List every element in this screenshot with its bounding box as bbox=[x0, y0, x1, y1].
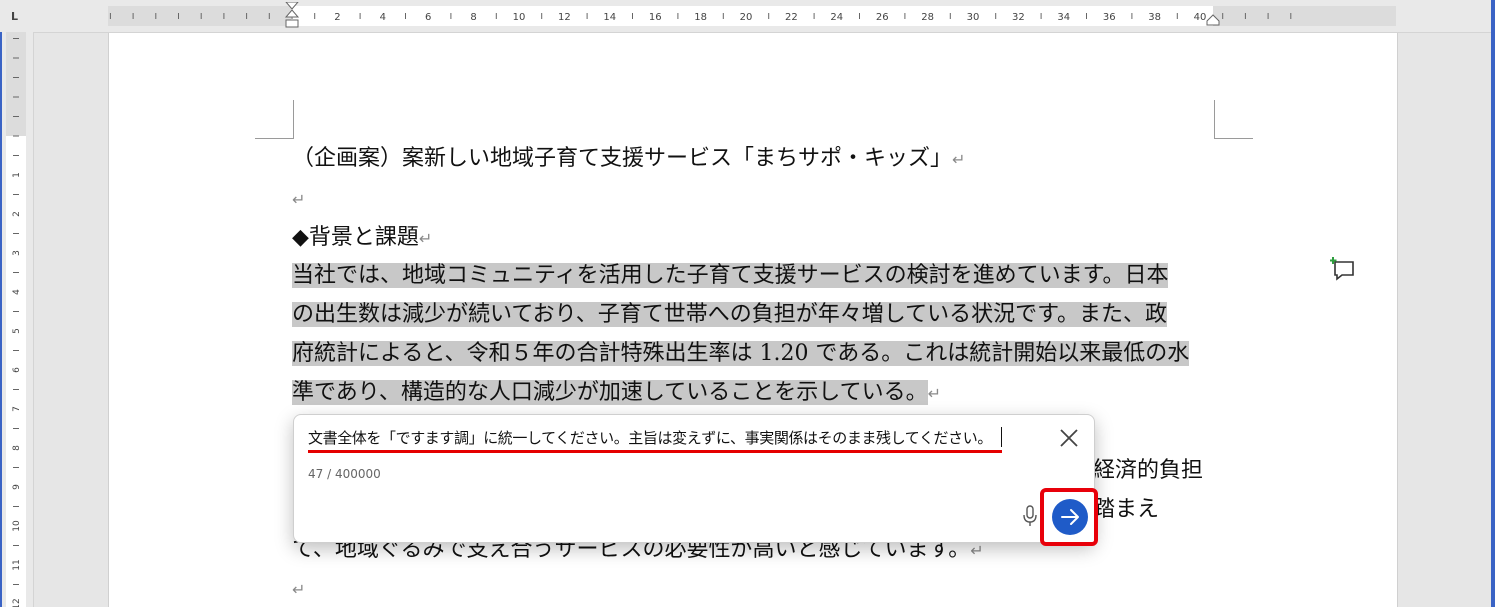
ruler-label: 26 bbox=[876, 12, 889, 23]
section-heading[interactable]: ◆背景と課題↵ bbox=[292, 223, 432, 254]
ruler-label: 2 bbox=[334, 12, 340, 23]
obscured-text: 踏まえ bbox=[1093, 497, 1160, 522]
paragraph-mark: ↵ bbox=[927, 384, 941, 403]
ruler-label: 8 bbox=[470, 12, 476, 23]
prompt-box[interactable]: 文書全体を「ですます調」に統一してください。主旨は変えずに、事実関係はそのまま残… bbox=[293, 414, 1095, 543]
character-counter: 47 / 400000 bbox=[308, 467, 381, 481]
ruler-edge bbox=[0, 32, 2, 607]
paragraph-line[interactable]: 準であり、構造的な人口減少が加速していることを示している。↵ bbox=[292, 378, 941, 409]
prompt-input[interactable]: 文書全体を「ですます調」に統一してください。主旨は変えずに、事実関係はそのまま残… bbox=[308, 427, 992, 448]
ruler-label: 9 bbox=[12, 484, 22, 490]
ruler-label: 11 bbox=[12, 559, 22, 570]
ruler-label: 14 bbox=[603, 12, 616, 23]
ruler-label: 10 bbox=[12, 520, 22, 532]
title-text: （企画案）案新しい地域子育て支援サービス「まちサポ・キッズ」 bbox=[292, 146, 953, 171]
submit-button[interactable] bbox=[1052, 499, 1088, 535]
ruler-label: 4 bbox=[12, 289, 22, 295]
ruler-label: 7 bbox=[12, 406, 22, 412]
ruler-label: 24 bbox=[830, 12, 843, 23]
ruler-label: 20 bbox=[740, 12, 753, 23]
ruler-label: 18 bbox=[694, 12, 707, 23]
selected-text: 当社では、地域コミュニティを活用した子育て支援サービスの検討を進めています。日本 bbox=[292, 263, 1169, 288]
ruler-label: 10 bbox=[513, 12, 526, 23]
horizontal-ruler[interactable]: 2 4 6 8 10 12 14 16 18 20 22 24 26 28 30 32 34 36 38 40 bbox=[0, 0, 1495, 33]
blank-line[interactable]: ↵ bbox=[292, 184, 305, 215]
ruler-label: 28 bbox=[921, 12, 934, 23]
paragraph-line[interactable]: 府統計によると、令和５年の合計特殊出生率は 1.20 である。これは統計開始以来… bbox=[292, 339, 1190, 369]
paragraph-fragment[interactable]: 経済的負担 bbox=[1093, 456, 1203, 486]
ruler-label: 2 bbox=[12, 211, 22, 217]
paragraph-mark: ↵ bbox=[292, 580, 306, 599]
paragraph-mark: ↵ bbox=[292, 190, 306, 209]
ruler-label: 22 bbox=[785, 12, 798, 23]
ruler-label: 34 bbox=[1057, 12, 1070, 23]
selected-text: 準であり、構造的な人口減少が加速していることを示している。 bbox=[292, 380, 928, 405]
arrow-right-icon bbox=[1061, 509, 1079, 525]
submit-highlight-frame bbox=[1040, 488, 1098, 546]
paragraph-mark: ↵ bbox=[418, 229, 433, 248]
window-edge bbox=[1491, 0, 1495, 607]
blank-line[interactable]: ↵ bbox=[292, 574, 305, 605]
paragraph-fragment[interactable]: 踏まえ bbox=[1093, 495, 1159, 525]
obscured-text: 経済的負担 bbox=[1093, 458, 1204, 483]
vruler-strip: 1 2 3 4 5 6 7 8 9 10 11 12 bbox=[6, 32, 26, 607]
ruler-label: 38 bbox=[1148, 12, 1161, 23]
text-caret bbox=[1001, 427, 1002, 447]
ruler-label: 5 bbox=[12, 328, 22, 334]
close-icon[interactable] bbox=[1056, 425, 1082, 451]
heading-text: ◆背景と課題 bbox=[292, 225, 419, 250]
ruler-label: 6 bbox=[12, 367, 22, 373]
ruler-ticks: 2 4 6 8 10 12 14 16 18 20 22 24 26 28 30 32 34 36 38 40 bbox=[109, 12, 1292, 23]
paragraph-mark: ↵ bbox=[970, 541, 984, 560]
margin-corner-top-left bbox=[255, 100, 294, 139]
new-comment-icon[interactable] bbox=[1330, 256, 1356, 282]
ruler-label: 30 bbox=[967, 12, 980, 23]
paragraph-line[interactable]: 当社では、地域コミュニティを活用した子育て支援サービスの検討を進めています。日本 bbox=[292, 261, 1169, 291]
microphone-icon[interactable] bbox=[1022, 504, 1038, 528]
paragraph-line[interactable]: の出生数は減少が続いており、子育て世帯への負担が年々増している状況です。また、政 bbox=[292, 300, 1167, 330]
document-title-line[interactable]: （企画案）案新しい地域子育て支援サービス「まちサポ・キッズ」↵ bbox=[292, 144, 965, 175]
ruler-label: 16 bbox=[649, 12, 662, 23]
selected-text: の出生数は減少が続いており、子育て世帯への負担が年々増している状況です。また、政 bbox=[292, 302, 1167, 327]
ruler-label: 1 bbox=[12, 172, 22, 178]
tab-selector-icon[interactable]: L bbox=[11, 10, 23, 23]
vertical-ruler[interactable]: 1 2 3 4 5 6 7 8 9 10 11 12 bbox=[0, 32, 34, 607]
highlight-underline bbox=[308, 450, 1002, 453]
ruler-label: 36 bbox=[1103, 12, 1116, 23]
ruler-label: 6 bbox=[425, 12, 431, 23]
selected-text: 府統計によると、令和５年の合計特殊出生率は 1.20 である。これは統計開始以来… bbox=[292, 341, 1190, 366]
indent-marker[interactable] bbox=[284, 2, 300, 32]
ruler-label: 12 bbox=[12, 598, 22, 607]
paragraph-mark: ↵ bbox=[952, 150, 966, 169]
margin-corner-top-right bbox=[1214, 100, 1253, 139]
vruler-ticks: 123456789101112 bbox=[12, 38, 22, 607]
ruler-label: 3 bbox=[12, 250, 22, 256]
ruler-label: 8 bbox=[12, 445, 22, 451]
right-indent-marker[interactable] bbox=[1205, 14, 1221, 28]
ruler-label: 32 bbox=[1012, 12, 1025, 23]
ruler-label: 4 bbox=[380, 12, 386, 23]
ruler-label: 12 bbox=[558, 12, 571, 23]
ruler-strip: 2 4 6 8 10 12 14 16 18 20 22 24 26 28 30 32 34 36 38 40 bbox=[108, 6, 1396, 26]
